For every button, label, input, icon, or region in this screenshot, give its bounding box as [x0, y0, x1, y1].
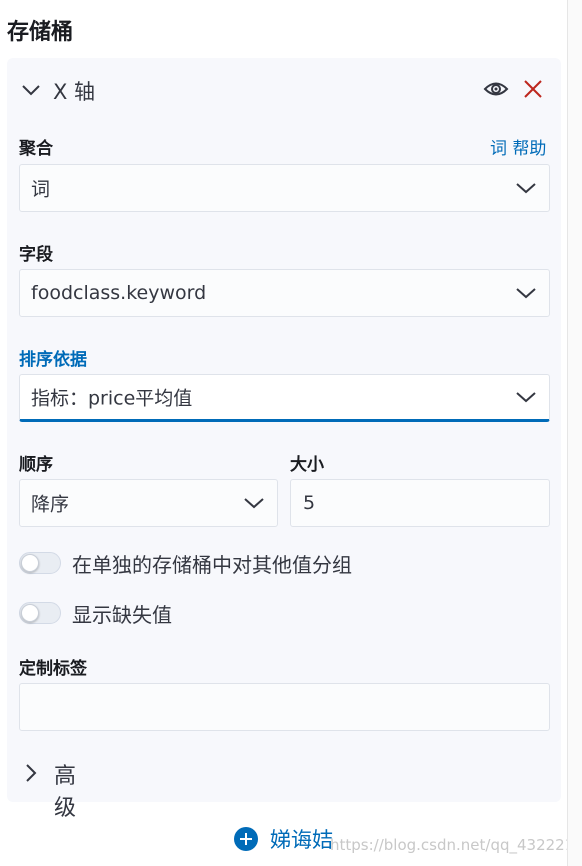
agg-panel: X 轴 聚合 词 帮助 词 字段 foodclass.keyword 排序依据 … — [7, 58, 561, 821]
missing-values-switch[interactable] — [19, 602, 61, 624]
chevron-down-icon — [244, 498, 264, 509]
window-edge — [567, 0, 582, 866]
order-by-select[interactable]: 指标：price平均值 — [19, 374, 550, 422]
agg-header[interactable]: X 轴 — [7, 58, 561, 120]
aggregation-help-link[interactable]: 词 帮助 — [490, 134, 546, 159]
advanced-label: 高级 — [54, 764, 77, 821]
eye-icon[interactable] — [483, 78, 509, 100]
agg-title: X 轴 — [53, 80, 96, 104]
custom-label-input[interactable] — [19, 683, 550, 731]
aggregation-label: 聚合 — [19, 139, 53, 159]
order-select[interactable]: 降序 — [19, 479, 278, 527]
aggregation-value: 词 — [31, 178, 51, 201]
order-value: 降序 — [31, 493, 70, 516]
chevron-right-icon — [26, 764, 37, 782]
order-by-value: 指标：price平均值 — [31, 387, 193, 410]
order-label: 顺序 — [19, 455, 53, 475]
watermark: https://blog.csdn.net/qq_43222167 — [330, 836, 582, 854]
order-by-label: 排序依据 — [19, 350, 87, 370]
other-bucket-label: 在单独的存储桶中对其他值分组 — [72, 553, 352, 577]
close-icon[interactable] — [522, 78, 544, 100]
size-input[interactable]: 5 — [290, 479, 550, 527]
add-button-label: 娣诲姞 — [270, 828, 333, 852]
plus-circle-icon — [234, 827, 258, 851]
chevron-down-icon — [516, 288, 536, 299]
aggregation-select[interactable]: 词 — [19, 164, 550, 212]
field-label: 字段 — [19, 245, 53, 265]
chevron-down-icon[interactable] — [21, 80, 41, 100]
switch-knob — [21, 604, 39, 622]
other-bucket-switch[interactable] — [19, 552, 61, 574]
chevron-down-icon — [516, 392, 536, 403]
section-title: 存储桶 — [7, 20, 74, 45]
switch-knob — [21, 554, 39, 572]
size-label: 大小 — [290, 455, 324, 475]
size-value: 5 — [303, 492, 316, 514]
custom-label-label: 定制标签 — [19, 659, 87, 679]
missing-values-label: 显示缺失值 — [72, 603, 172, 627]
chevron-down-icon — [516, 183, 536, 194]
field-value: foodclass.keyword — [31, 282, 207, 304]
field-select[interactable]: foodclass.keyword — [19, 269, 550, 317]
